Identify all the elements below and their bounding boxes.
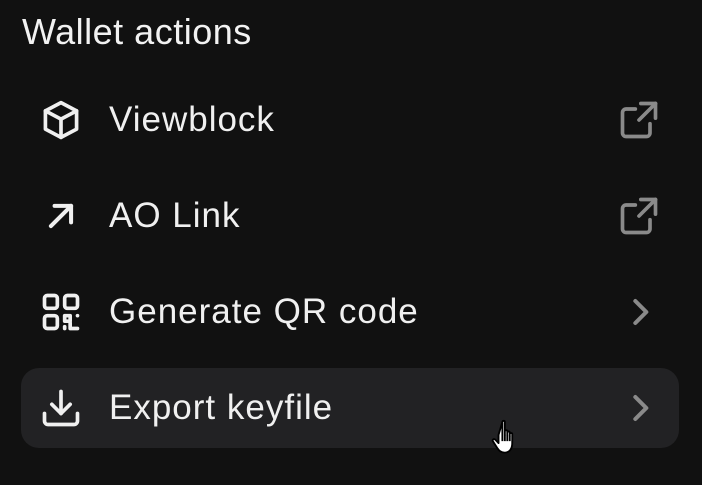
action-viewblock[interactable]: Viewblock — [21, 80, 679, 160]
action-label: Generate QR code — [109, 292, 419, 331]
arrow-up-right-icon — [39, 194, 83, 238]
action-list: Viewblock AO Link Generate QR code Expor… — [21, 80, 679, 464]
qr-code-icon — [39, 290, 83, 334]
external-link-icon — [617, 98, 661, 142]
external-link-icon — [617, 194, 661, 238]
action-label: Export keyfile — [109, 388, 334, 427]
wallet-actions-panel: Wallet actions Viewblock AO Link Generat… — [0, 0, 702, 485]
download-icon — [39, 386, 83, 430]
action-export-keyfile[interactable]: Export keyfile — [21, 368, 679, 448]
action-label: Viewblock — [109, 100, 275, 139]
cube-icon — [39, 98, 83, 142]
action-generate-qr-code[interactable]: Generate QR code — [21, 272, 679, 352]
section-title: Wallet actions — [22, 11, 252, 52]
action-label: AO Link — [109, 196, 241, 235]
action-ao-link[interactable]: AO Link — [21, 176, 679, 256]
chevron-right-icon — [617, 386, 661, 430]
chevron-right-icon — [617, 290, 661, 334]
